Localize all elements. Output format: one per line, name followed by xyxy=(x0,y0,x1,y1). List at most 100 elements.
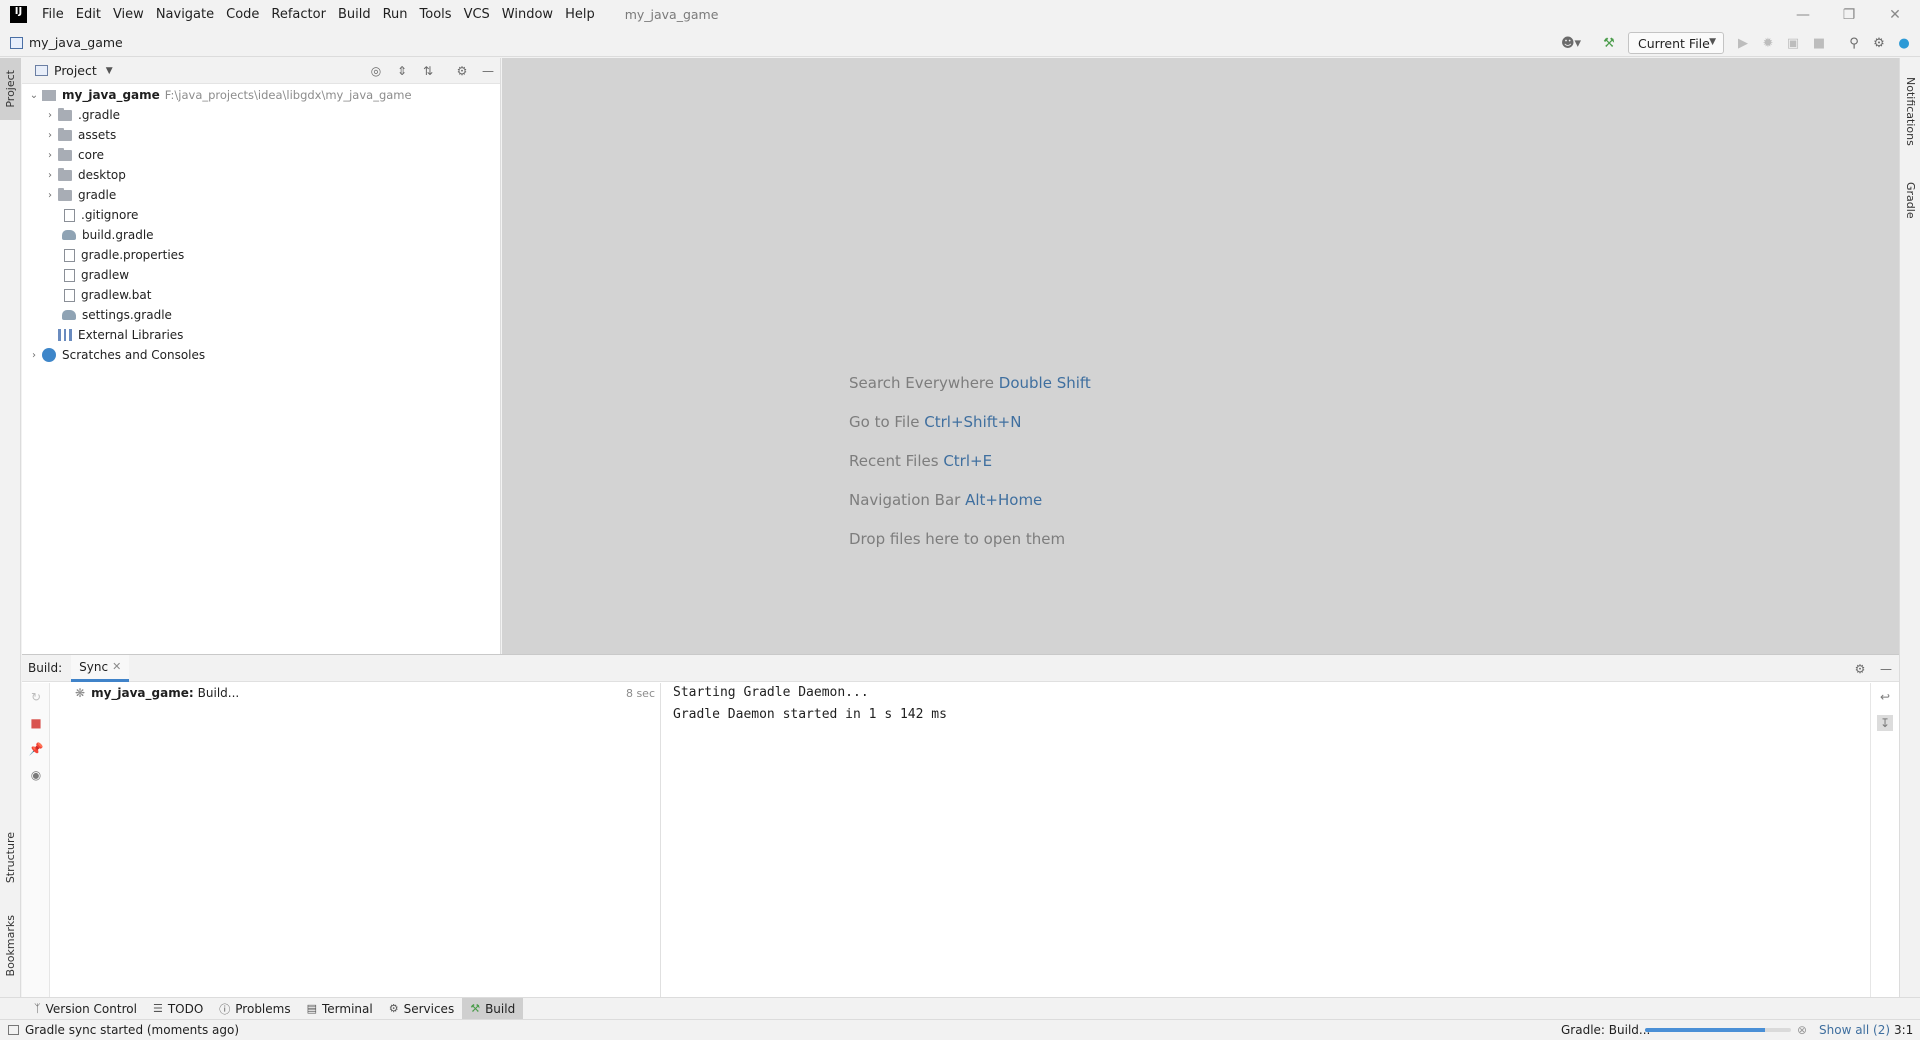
stripe-structure-button[interactable]: Structure xyxy=(0,823,21,893)
pin-icon[interactable]: 📌 xyxy=(28,741,44,757)
menu-run[interactable]: Run xyxy=(377,0,414,29)
menu-view[interactable]: View xyxy=(107,0,150,29)
hide-panel-icon[interactable]: — xyxy=(480,63,496,79)
tree-folder[interactable]: › .gradle xyxy=(42,105,120,125)
debug-icon[interactable]: ✹ xyxy=(1759,34,1777,52)
stripe-project-button[interactable]: Project xyxy=(0,58,21,120)
expand-all-icon[interactable]: ⇕ xyxy=(394,63,410,79)
rerun-icon[interactable]: ↻ xyxy=(28,689,44,705)
coverage-icon[interactable]: ▣ xyxy=(1784,34,1802,52)
tree-folder[interactable]: › assets xyxy=(42,125,116,145)
build-task-time: 8 sec xyxy=(625,686,655,700)
stripe-notifications-label: Notifications xyxy=(1904,76,1917,146)
stop-icon[interactable]: ■ xyxy=(1810,34,1828,52)
tab-version-control[interactable]: ᛉ Version Control xyxy=(26,998,145,1020)
tree-file[interactable]: build.gradle xyxy=(62,225,154,245)
tree-external-libraries[interactable]: External Libraries xyxy=(42,325,183,345)
chevron-down-icon[interactable]: ⌄ xyxy=(26,90,42,101)
search-icon[interactable]: ⚲ xyxy=(1845,34,1863,52)
eye-icon[interactable]: ◉ xyxy=(28,767,44,783)
tree-file[interactable]: gradlew xyxy=(62,265,129,285)
soft-wrap-icon[interactable]: ↩ xyxy=(1877,689,1893,705)
plugin-status-icon[interactable]: ● xyxy=(1895,34,1913,52)
build-console-output[interactable]: Starting Gradle Daemon... Gradle Daemon … xyxy=(662,683,1870,998)
tree-scratches[interactable]: › Scratches and Consoles xyxy=(26,345,205,365)
stripe-gradle-button[interactable]: Gradle xyxy=(1900,170,1920,230)
settings-gear-icon[interactable]: ⚙ xyxy=(1870,34,1888,52)
tree-file-label: build.gradle xyxy=(82,228,154,242)
status-message[interactable]: Gradle sync started (moments ago) xyxy=(25,1023,239,1037)
tab-terminal[interactable]: ▤ Terminal xyxy=(299,998,381,1020)
tree-scratches-label: Scratches and Consoles xyxy=(62,348,206,362)
build-task-row[interactable]: ❋ my_java_game: Build... 8 sec xyxy=(75,683,655,703)
tree-file[interactable]: .gitignore xyxy=(62,205,138,225)
chevron-right-icon[interactable]: › xyxy=(42,150,58,161)
tab-sync[interactable]: Sync ✕ xyxy=(71,654,130,682)
close-window-button[interactable]: ✕ xyxy=(1872,0,1918,29)
tab-problems[interactable]: ⓘ Problems xyxy=(211,998,298,1020)
run-configuration-select[interactable]: Current File ▼ xyxy=(1628,32,1724,54)
tree-root[interactable]: ⌄ my_java_game F:\java_projects\idea\lib… xyxy=(26,85,412,105)
tree-folder[interactable]: › gradle xyxy=(42,185,116,205)
scroll-to-end-icon[interactable]: ↧ xyxy=(1877,715,1893,731)
menu-code[interactable]: Code xyxy=(220,0,265,29)
menu-vcs[interactable]: VCS xyxy=(458,0,496,29)
menu-navigate[interactable]: Navigate xyxy=(150,0,220,29)
menu-tools[interactable]: Tools xyxy=(414,0,458,29)
chevron-right-icon[interactable]: › xyxy=(42,110,58,121)
hint-shortcut: Double Shift xyxy=(998,374,1091,392)
restore-button[interactable]: ❐ xyxy=(1826,0,1872,29)
tree-file-label: .gitignore xyxy=(81,208,139,222)
folder-icon xyxy=(58,127,72,141)
info-icon: ⓘ xyxy=(219,1002,231,1016)
build-settings-gear-icon[interactable]: ⚙ xyxy=(1852,661,1868,677)
chevron-down-icon[interactable]: ▼ xyxy=(106,66,113,76)
caret-position[interactable]: 3:1 xyxy=(1894,1023,1913,1037)
account-icon[interactable]: ☻▾ xyxy=(1557,34,1585,52)
tab-services[interactable]: ⚙ Services xyxy=(381,998,462,1020)
tree-file[interactable]: gradlew.bat xyxy=(62,285,151,305)
chevron-right-icon[interactable]: › xyxy=(42,130,58,141)
show-all-link[interactable]: Show all (2) xyxy=(1819,1023,1890,1037)
loading-spinner-icon: ❋ xyxy=(75,686,86,700)
tab-build[interactable]: ⚒ Build xyxy=(462,997,524,1020)
menu-edit[interactable]: Edit xyxy=(70,0,107,29)
chevron-right-icon[interactable]: › xyxy=(42,190,58,201)
tree-root-path: F:\java_projects\idea\libgdx\my_java_gam… xyxy=(164,88,412,102)
close-icon[interactable]: ✕ xyxy=(112,660,121,673)
build-task-name: my_java_game: xyxy=(91,686,194,700)
menu-window[interactable]: Window xyxy=(496,0,559,29)
stripe-gradle-label: Gradle xyxy=(1904,181,1917,219)
collapse-all-icon[interactable]: ⇅ xyxy=(420,63,436,79)
stripe-notifications-button[interactable]: Notifications xyxy=(1900,66,1920,156)
tree-file[interactable]: gradle.properties xyxy=(62,245,184,265)
menu-build[interactable]: Build xyxy=(332,0,377,29)
cancel-task-icon[interactable]: ⊗ xyxy=(1797,1023,1807,1037)
build-hammer-icon[interactable]: ⚒ xyxy=(1600,34,1618,52)
menu-help[interactable]: Help xyxy=(559,0,601,29)
options-gear-icon[interactable]: ⚙ xyxy=(454,63,470,79)
branch-icon: ᛉ xyxy=(34,1002,41,1015)
menu-file[interactable]: File xyxy=(36,0,70,29)
status-task[interactable]: Gradle: Build... xyxy=(1561,1023,1650,1037)
breadcrumb-project[interactable]: my_java_game xyxy=(29,35,123,50)
tree-root-name: my_java_game xyxy=(62,88,160,102)
script-file-icon xyxy=(64,268,75,282)
chevron-right-icon[interactable]: › xyxy=(26,350,42,361)
editor-empty-area[interactable]: Search Everywhere Double Shift Go to Fil… xyxy=(502,58,1899,654)
run-icon[interactable]: ▶ xyxy=(1734,34,1752,52)
project-view-icon xyxy=(35,65,48,76)
tree-folder[interactable]: › core xyxy=(42,145,104,165)
chevron-right-icon[interactable]: › xyxy=(42,170,58,181)
locate-file-icon[interactable]: ◎ xyxy=(368,63,384,79)
stripe-bookmarks-button[interactable]: Bookmarks xyxy=(0,908,21,983)
tree-folder[interactable]: › desktop xyxy=(42,165,126,185)
minimize-button[interactable]: — xyxy=(1780,0,1826,29)
layout-toggle-icon[interactable] xyxy=(8,1025,19,1035)
menu-refactor[interactable]: Refactor xyxy=(265,0,332,29)
tab-todo[interactable]: ☰ TODO xyxy=(145,998,211,1020)
stop-icon[interactable]: ■ xyxy=(28,715,44,731)
hide-panel-icon[interactable]: — xyxy=(1878,661,1894,677)
project-panel-title[interactable]: Project xyxy=(54,63,97,78)
tree-file[interactable]: settings.gradle xyxy=(62,305,172,325)
